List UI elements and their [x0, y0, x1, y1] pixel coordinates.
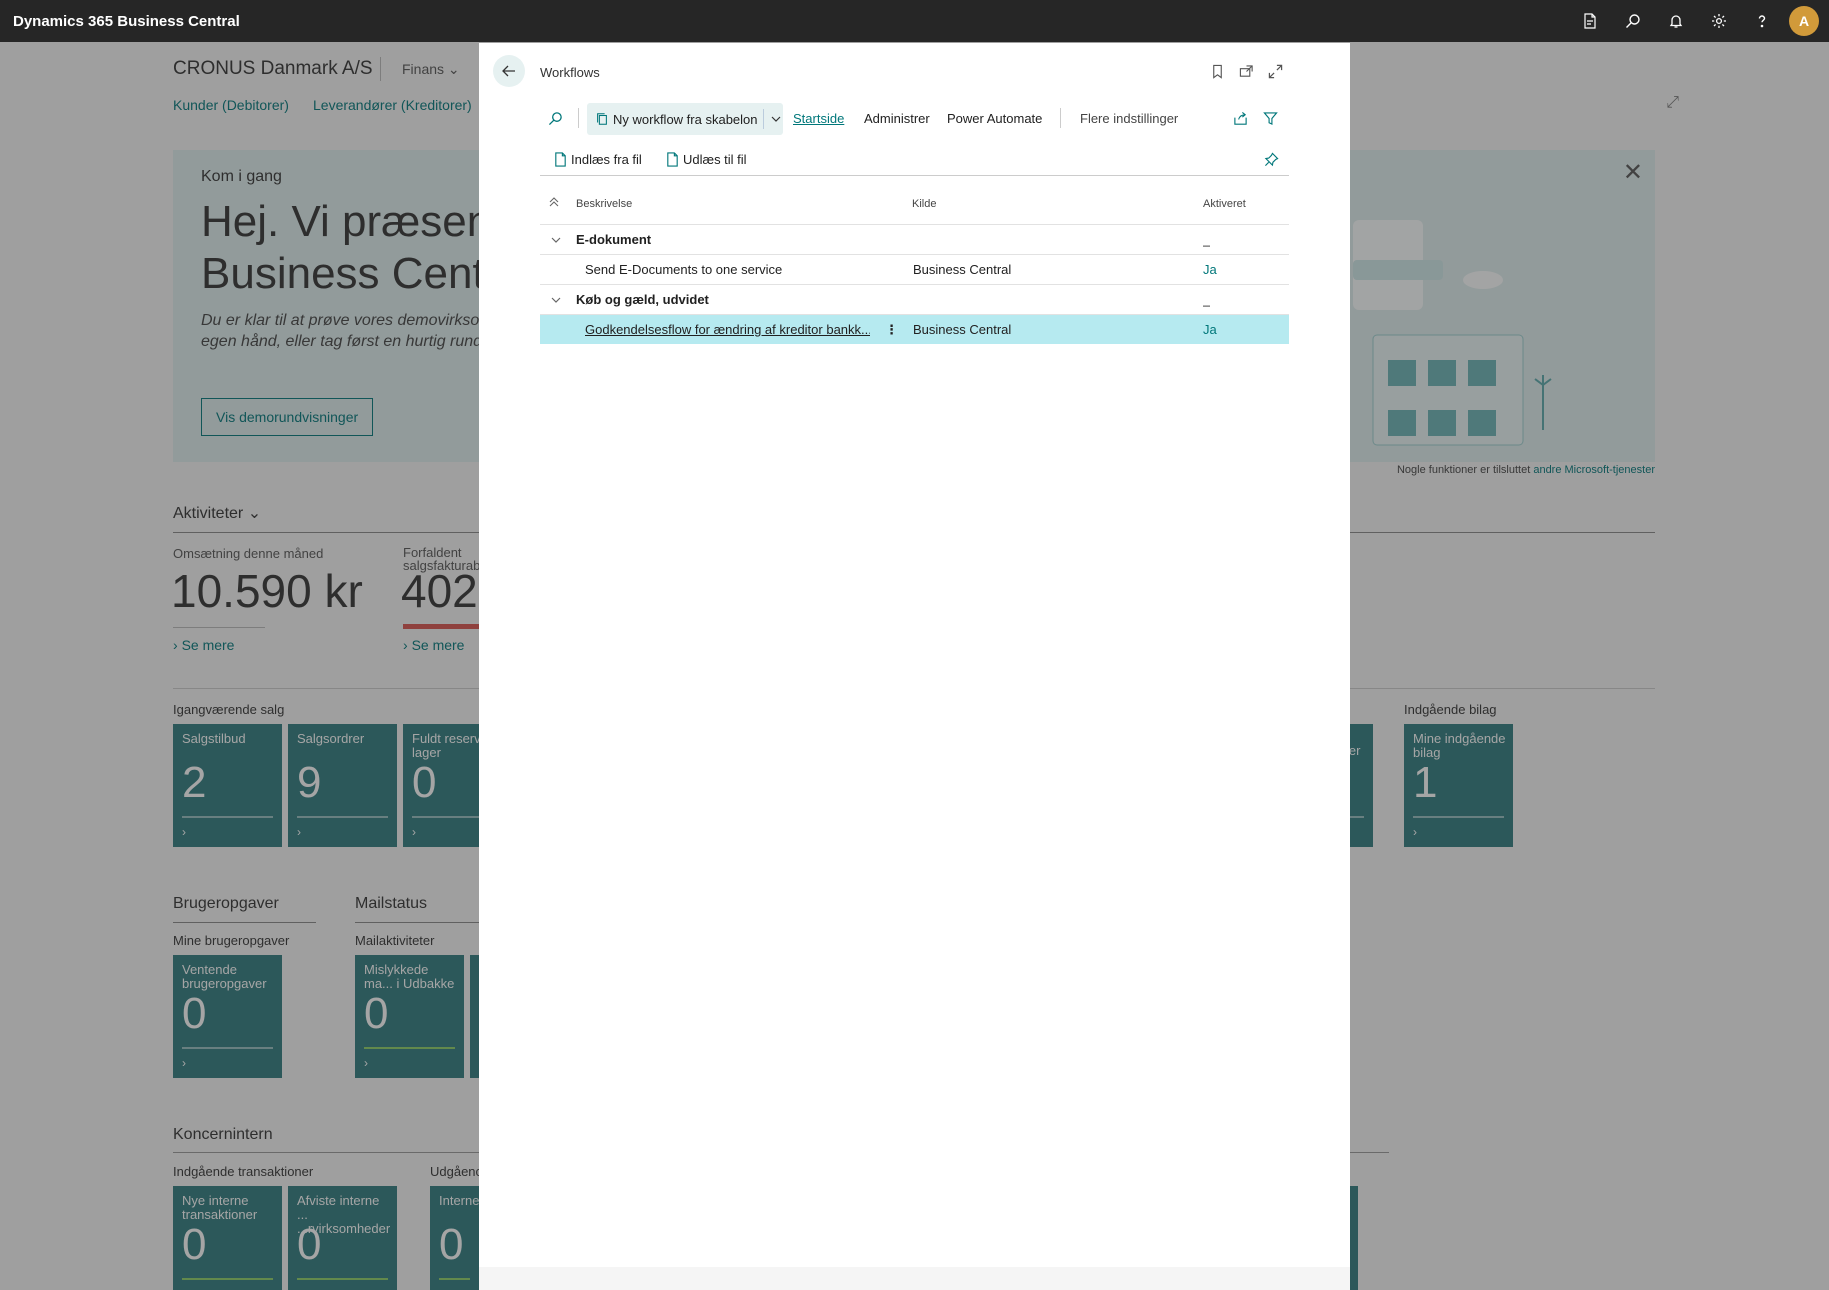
action-bar: Ny workflow fra skabelon Startside Admin…	[540, 101, 1289, 135]
workflows-panel: Workflows Ny workflow fra skabelon Start…	[479, 43, 1350, 1267]
group-label: E-dokument	[576, 232, 652, 247]
column-header-enabled[interactable]: Aktiveret	[1203, 196, 1246, 224]
more-options-button[interactable]: Flere indstillinger	[1080, 101, 1178, 135]
column-header-description[interactable]: Beskrivelse	[576, 196, 632, 224]
document-icon	[555, 151, 566, 167]
enabled-cell[interactable]: Ja	[1203, 315, 1217, 345]
divider	[762, 109, 764, 129]
search-icon[interactable]	[1611, 0, 1654, 42]
copy-icon	[597, 113, 607, 125]
new-workflow-from-template-button[interactable]: Ny workflow fra skabelon	[587, 103, 783, 135]
group-label: Køb og gæld, udvidet	[576, 292, 709, 307]
source-cell: Business Central	[913, 322, 1012, 337]
collapse-all-icon[interactable]	[548, 196, 562, 224]
filter-icon[interactable]	[1263, 101, 1278, 135]
pin-icon[interactable]	[1264, 142, 1279, 176]
table-row[interactable]: Send E-Documents to one service Business…	[540, 254, 1289, 284]
export-label: Udlæs til fil	[683, 151, 747, 167]
table-row-group[interactable]: Køb og gæld, udvidet _	[540, 284, 1289, 314]
divider	[578, 108, 579, 128]
description-cell[interactable]: Send E-Documents to one service	[585, 255, 905, 285]
table-row-group[interactable]: E-dokument _	[540, 224, 1289, 254]
row-actions-icon[interactable]: ⋮	[885, 315, 898, 345]
share-icon[interactable]	[1233, 101, 1248, 135]
enabled-cell[interactable]: Ja	[1203, 255, 1217, 285]
header-icons: A	[1568, 0, 1829, 42]
app-title[interactable]: Dynamics 365 Business Central	[13, 13, 240, 30]
tab-manage[interactable]: Administrer	[864, 101, 930, 135]
sub-action-bar: Indlæs fra fil Udlæs til fil	[540, 142, 1289, 176]
chevron-down-icon[interactable]	[770, 113, 782, 125]
document-icon	[667, 151, 678, 167]
column-header-source[interactable]: Kilde	[912, 196, 936, 224]
import-label: Indlæs fra fil	[571, 151, 642, 167]
table-row-selected[interactable]: Godkendelsesflow for ændring af kreditor…	[540, 314, 1289, 344]
tab-home[interactable]: Startside	[793, 101, 844, 135]
enabled-cell: _	[1203, 292, 1211, 307]
bookmark-icon[interactable]	[1208, 62, 1226, 80]
chevron-down-icon[interactable]	[550, 234, 562, 246]
help-icon[interactable]	[1740, 0, 1783, 42]
page-title: Workflows	[540, 65, 600, 80]
tab-power-automate[interactable]: Power Automate	[947, 101, 1042, 135]
open-new-window-icon[interactable]	[1237, 62, 1255, 80]
description-cell[interactable]: Godkendelsesflow for ændring af kreditor…	[585, 315, 870, 345]
enabled-cell: _	[1203, 232, 1211, 247]
search-icon[interactable]	[548, 101, 563, 135]
back-button[interactable]	[493, 55, 525, 87]
expand-icon[interactable]	[1266, 62, 1284, 80]
export-to-file-button[interactable]: Udlæs til fil	[665, 142, 747, 176]
source-cell: Business Central	[913, 262, 1012, 277]
arrow-left-icon	[502, 65, 515, 77]
new-workflow-label: Ny workflow fra skabelon	[613, 111, 758, 127]
avatar[interactable]: A	[1789, 6, 1819, 36]
bell-icon[interactable]	[1654, 0, 1697, 42]
document-icon[interactable]	[1568, 0, 1611, 42]
import-from-file-button[interactable]: Indlæs fra fil	[553, 142, 642, 176]
gear-icon[interactable]	[1697, 0, 1740, 42]
divider	[1060, 108, 1061, 128]
panel-footer	[479, 1267, 1350, 1290]
chevron-down-icon[interactable]	[550, 294, 562, 306]
app-header: Dynamics 365 Business Central A	[0, 0, 1829, 42]
